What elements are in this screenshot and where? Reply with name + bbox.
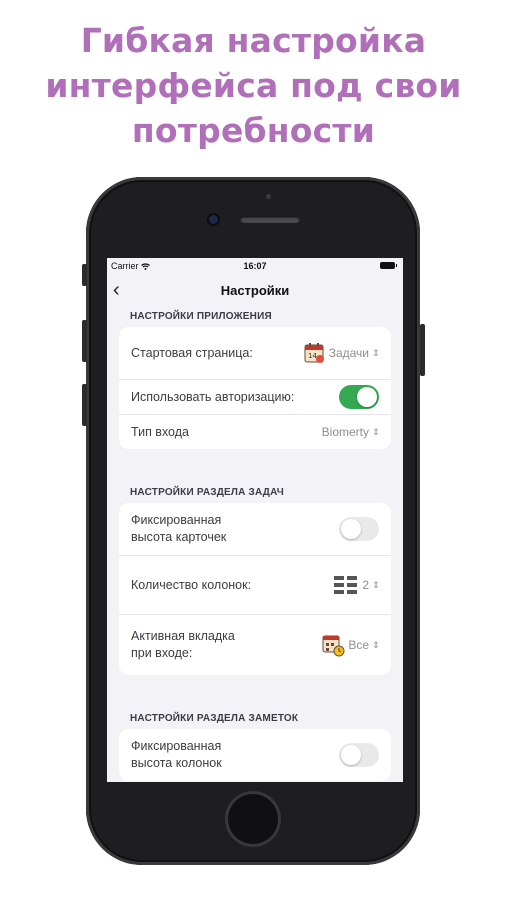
- toggle-knob: [357, 387, 377, 407]
- earpiece-speaker: [240, 216, 300, 223]
- columns-count-value: 2: [362, 578, 369, 592]
- up-down-chevron-icon: ⇕: [372, 348, 380, 358]
- active-tab-row[interactable]: Активная вкладка при входе: Все ⇕: [119, 615, 391, 675]
- settings-group-app: Стартовая страница: 14 Задачи ⇕ Использо…: [119, 327, 391, 449]
- promo-headline: Гибкая настройка интерфейса под свои пот…: [0, 18, 507, 153]
- active-tab-picker[interactable]: Все ⇕: [321, 633, 380, 657]
- auth-toggle[interactable]: [339, 385, 379, 409]
- volume-down-button: [82, 384, 87, 426]
- page-title: Настройки: [220, 283, 290, 298]
- home-button[interactable]: [228, 794, 278, 844]
- mute-switch: [82, 264, 87, 286]
- toggle-knob: [341, 745, 361, 765]
- navigation-bar: ‹ Настройки: [107, 274, 403, 308]
- settings-group-tasks: Фиксированная высота карточек Количество…: [119, 503, 391, 675]
- grid-icon: [334, 576, 358, 594]
- fixed-card-height-row: Фиксированная высота карточек: [119, 503, 391, 556]
- fixed-card-height-label: Фиксированная высота карточек: [131, 513, 227, 544]
- start-page-picker[interactable]: 14 Задачи ⇕: [304, 342, 380, 364]
- up-down-chevron-icon: ⇕: [372, 427, 380, 437]
- tasks-icon: [322, 635, 345, 657]
- headline-line-3: потребности: [131, 111, 376, 150]
- columns-count-picker[interactable]: 2 ⇕: [333, 574, 380, 596]
- auth-row: Использовать авторизацию:: [119, 380, 391, 415]
- fixed-column-height-label: Фиксированная высота колонок: [131, 739, 222, 770]
- front-camera: [209, 215, 218, 224]
- headline-line-1: Гибкая настройка: [80, 21, 427, 60]
- columns-count-label: Количество колонок:: [131, 577, 252, 592]
- power-button: [420, 324, 425, 376]
- auth-label: Использовать авторизацию:: [131, 389, 295, 404]
- section-header-notes: НАСТРОЙКИ РАЗДЕЛА ЗАМЕТОК: [130, 713, 299, 724]
- battery-icon: [380, 262, 397, 269]
- status-bar: Carrier 16:07: [107, 258, 403, 274]
- active-tab-value: Все: [348, 638, 369, 652]
- fixed-column-height-toggle[interactable]: [339, 743, 379, 767]
- calendar-icon: 14: [304, 343, 324, 363]
- columns-count-row[interactable]: Количество колонок: 2 ⇕: [119, 556, 391, 615]
- phone-screen: Carrier 16:07 ‹ Настройки НАСТРОЙКИ ПРИЛ…: [107, 258, 403, 782]
- login-type-label: Тип входа: [131, 424, 189, 439]
- up-down-chevron-icon: ⇕: [372, 640, 380, 650]
- start-page-row[interactable]: Стартовая страница: 14 Задачи ⇕: [119, 327, 391, 380]
- section-header-app: НАСТРОЙКИ ПРИЛОЖЕНИЯ: [130, 311, 272, 322]
- start-page-value: Задачи: [328, 346, 369, 360]
- volume-up-button: [82, 320, 87, 362]
- start-page-label: Стартовая страница:: [131, 345, 253, 360]
- proximity-sensor: [266, 194, 271, 199]
- fixed-card-height-toggle[interactable]: [339, 517, 379, 541]
- headline-line-2: интерфейса под свои: [45, 66, 462, 105]
- up-down-chevron-icon: ⇕: [372, 580, 380, 590]
- fixed-column-height-row: Фиксированная высота колонок: [119, 729, 391, 781]
- status-time: 16:07: [243, 261, 267, 271]
- toggle-knob: [341, 519, 361, 539]
- section-header-tasks: НАСТРОЙКИ РАЗДЕЛА ЗАДАЧ: [130, 487, 285, 498]
- settings-group-notes: Фиксированная высота колонок: [119, 729, 391, 781]
- login-type-value: Biomerty: [321, 425, 369, 439]
- login-type-row[interactable]: Тип входа Biomerty ⇕: [119, 415, 391, 449]
- login-type-picker[interactable]: Biomerty ⇕: [321, 425, 380, 439]
- active-tab-label: Активная вкладка при входе:: [131, 629, 235, 660]
